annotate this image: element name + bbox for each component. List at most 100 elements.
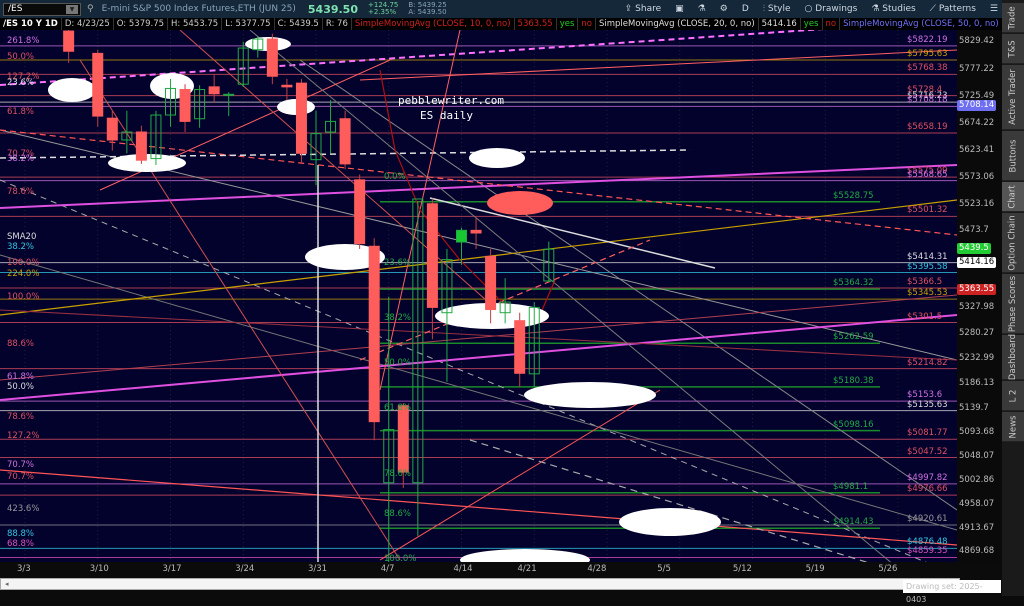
price-level-label: $5414.31 bbox=[907, 251, 948, 262]
style-button[interactable]: ⫶ Style bbox=[763, 4, 791, 14]
trendline bbox=[379, 389, 661, 561]
sma10-label[interactable]: SimpleMovingAvg (CLOSE, 10, 0, no) bbox=[352, 18, 515, 30]
chart-canvas[interactable] bbox=[0, 30, 957, 562]
bar-close: C: 5439.5 bbox=[275, 18, 323, 30]
side-tab-l-2[interactable]: L 2 bbox=[1002, 381, 1024, 411]
bid-ask: B: 5439.25 A: 5439.50 bbox=[408, 2, 446, 16]
side-tab-label: T&S bbox=[1008, 39, 1018, 58]
date-tick: 4/21 bbox=[517, 564, 537, 574]
bar-high: H: 5453.75 bbox=[168, 18, 223, 30]
horizontal-scrollbar[interactable]: ◂ bbox=[0, 578, 960, 590]
price-tick: 5674.22 bbox=[959, 118, 995, 129]
fib-price-label: $5364.32 bbox=[833, 278, 874, 289]
drawings-button[interactable]: ○ Drawings bbox=[805, 4, 858, 14]
side-tab-active-trader[interactable]: Active Trader bbox=[1002, 65, 1024, 130]
fib-percent-label: 224.0% bbox=[7, 269, 40, 280]
candle-body bbox=[514, 320, 526, 374]
price-level-label: $4920.61 bbox=[907, 513, 948, 524]
side-tab-dashboard[interactable]: Dashboard bbox=[1002, 334, 1024, 380]
date-tick: 5/5 bbox=[657, 564, 671, 574]
side-tab-label: Active Trader bbox=[1008, 69, 1019, 125]
fib-percent-label: 78.6% bbox=[7, 186, 35, 197]
side-tab-buttons[interactable]: Buttons bbox=[1002, 131, 1024, 181]
fib-percent-label: 100.0% bbox=[7, 258, 40, 269]
share-label: Share bbox=[635, 4, 662, 14]
watermark-title: ES daily bbox=[420, 109, 473, 122]
menu-icon[interactable]: ☰ bbox=[990, 4, 998, 14]
chevron-down-icon[interactable]: ▼ bbox=[66, 4, 78, 14]
fib-percent-label: SMA20 bbox=[7, 231, 37, 242]
fib-percent-label: 100.0% bbox=[384, 554, 417, 562]
gear-icon[interactable]: ⚙ bbox=[720, 4, 728, 14]
side-tabs: Trade T&S Active Trader Buttons Chart Option … bbox=[1002, 0, 1024, 596]
price-tick: 5139.7 bbox=[959, 402, 989, 413]
fib-price-label: $5262.59 bbox=[833, 332, 874, 343]
side-tab-phase-scores[interactable]: Phase Scores bbox=[1002, 274, 1024, 334]
fib-percent-label: 61.8% bbox=[7, 107, 35, 118]
fib-percent-label: 0.0% bbox=[384, 172, 406, 183]
side-tab-label: News bbox=[1008, 415, 1018, 438]
side-tab-trade[interactable]: Trade bbox=[1002, 3, 1024, 33]
fib-percent-label: 61.8% bbox=[7, 371, 35, 382]
sma10-yes: yes bbox=[557, 18, 579, 30]
price-level-label: $5708.18 bbox=[907, 95, 948, 106]
candle-body bbox=[63, 30, 75, 52]
sma50-label[interactable]: SimpleMovingAvg (CLOSE, 50, 0, no) bbox=[840, 18, 1003, 30]
price-level-label: $5214.82 bbox=[907, 357, 948, 368]
bar-low: L: 5377.75 bbox=[222, 18, 275, 30]
patterns-button[interactable]: ⟋ Patterns bbox=[930, 4, 976, 14]
date-axis[interactable]: 3/3 3/10 3/17 3/24 3/31 4/7 4/14 4/21 4/28 5/5 5/1… bbox=[0, 562, 1000, 576]
price-tick: 5093.68 bbox=[959, 426, 995, 437]
ellipse-drawing bbox=[619, 508, 721, 536]
side-tab-news[interactable]: News bbox=[1002, 412, 1024, 442]
ellipse-drawing bbox=[460, 549, 590, 562]
side-tab-label: Phase Scores bbox=[1008, 275, 1019, 332]
symbol-input[interactable]: /ES ▼ bbox=[3, 2, 81, 16]
price-tick: 5829.42 bbox=[959, 36, 995, 46]
side-tab-chart[interactable]: Chart bbox=[1002, 182, 1024, 212]
bar-open: O: 5379.75 bbox=[114, 18, 169, 30]
trendline bbox=[0, 179, 927, 562]
price-level-label: $5795.63 bbox=[907, 48, 948, 59]
fib-percent-label: 88.6% bbox=[384, 508, 412, 519]
scroll-left-icon[interactable]: ◂ bbox=[1, 580, 9, 588]
style-label: Style bbox=[767, 4, 791, 14]
fib-percent-label: 23.6% bbox=[384, 258, 412, 269]
date-tick: 5/26 bbox=[878, 564, 898, 574]
flask-icon[interactable]: ⚗ bbox=[698, 4, 706, 14]
price-chart[interactable]: pebblewriter.com ES daily $5822.19 $5795.… bbox=[0, 30, 957, 562]
price-axis[interactable]: 5829.42 5777.22 5725.49 5674.22 5623.41 5573.… bbox=[957, 30, 1000, 562]
side-tab-option-chain[interactable]: Option Chain bbox=[1002, 213, 1024, 273]
link-icon[interactable]: ⚲ bbox=[87, 4, 94, 14]
price-level-label: $5081.77 bbox=[907, 428, 948, 439]
fib-percent-label: 100.0% bbox=[7, 292, 40, 303]
trendline bbox=[79, 59, 401, 561]
sma20-yes: yes bbox=[801, 18, 823, 30]
fib-percent-label: 38.2% bbox=[384, 312, 412, 323]
alert-icon[interactable]: ▣ bbox=[675, 4, 684, 14]
fib-percent-label: 68.8% bbox=[7, 538, 35, 549]
share-button[interactable]: ⇪ Share bbox=[625, 4, 661, 14]
fib-percent-label: 61.8% bbox=[384, 403, 412, 414]
trendline bbox=[0, 199, 957, 316]
period-button[interactable]: D bbox=[742, 4, 749, 14]
studies-button[interactable]: ⚗ Studies bbox=[871, 4, 915, 14]
side-tab-label: L 2 bbox=[1007, 389, 1018, 402]
candle-body bbox=[368, 245, 380, 423]
drawing-set-selector[interactable]: Drawing set: 2025-0403 bbox=[903, 580, 1001, 604]
ellipse-drawing bbox=[48, 78, 96, 102]
date-tick: 5/19 bbox=[805, 564, 825, 574]
date-tick: 3/17 bbox=[162, 564, 182, 574]
price-tick: 5523.16 bbox=[959, 198, 995, 209]
sma20-label[interactable]: SimpleMovingAvg (CLOSE, 20, 0, no) bbox=[596, 18, 759, 30]
candle-body bbox=[92, 52, 104, 117]
fib-percent-label: 127.2% bbox=[7, 430, 40, 441]
date-tick: 3/31 bbox=[308, 564, 328, 574]
fib-percent-label: 70.7% bbox=[7, 460, 35, 471]
side-tab-t-s[interactable]: T&S bbox=[1002, 34, 1024, 64]
fib-price-label: $4914.43 bbox=[833, 517, 874, 528]
sma10-value: 5363.55 bbox=[515, 18, 557, 30]
price-tick: 4869.68 bbox=[959, 546, 995, 556]
change-percent: +2.35% bbox=[368, 8, 397, 16]
sma20-value: 5414.16 bbox=[759, 18, 801, 30]
